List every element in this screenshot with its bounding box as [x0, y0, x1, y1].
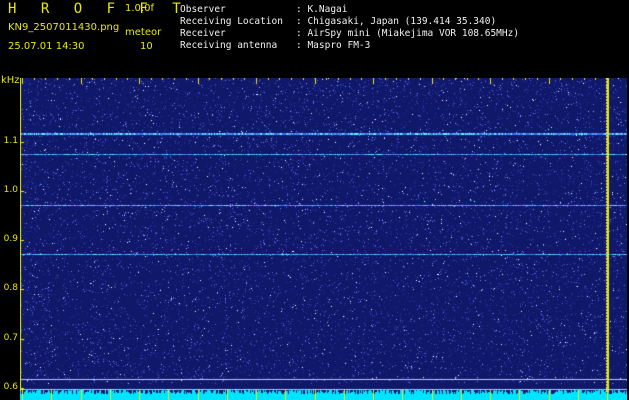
location-value: : Chigasaki, Japan (139.414 35.340)	[296, 16, 497, 27]
antenna-label: Receiving antenna	[180, 40, 278, 51]
spectrogram-panel	[20, 78, 627, 400]
filename-label: KN9_2507011430.png	[8, 22, 120, 33]
version-label: 1.0.0f	[125, 3, 154, 14]
observer-label: Observer	[180, 4, 226, 15]
y-tick-label: 1.0	[3, 185, 18, 196]
spectrogram-canvas	[20, 78, 627, 400]
receiver-label: Receiver	[180, 28, 226, 39]
location-label: Receiving Location	[180, 16, 283, 27]
datetime-label: 25.07.01 14:30	[8, 41, 85, 52]
observer-value: : K.Nagai	[296, 4, 348, 15]
y-unit-label: kHz	[1, 75, 20, 86]
app-logo: H R O F F T	[8, 1, 189, 17]
y-tick-label: 1.1	[3, 135, 18, 146]
receiver-value: : AirSpy mini (Miakejima VOR 108.65MHz)	[296, 28, 520, 39]
antenna-value: : Maspro FM-3	[296, 40, 371, 51]
header: H R O F F T 1.0.0f KN9_2507011430.png me…	[0, 0, 629, 74]
y-tick-label: 0.6	[3, 381, 18, 392]
y-tick-label: 0.9	[3, 234, 18, 245]
meteor-label: meteor	[125, 27, 162, 38]
y-tick-label: 0.8	[3, 283, 18, 294]
meteor-count: 10	[140, 41, 153, 52]
y-tick-label: 0.7	[3, 332, 18, 343]
